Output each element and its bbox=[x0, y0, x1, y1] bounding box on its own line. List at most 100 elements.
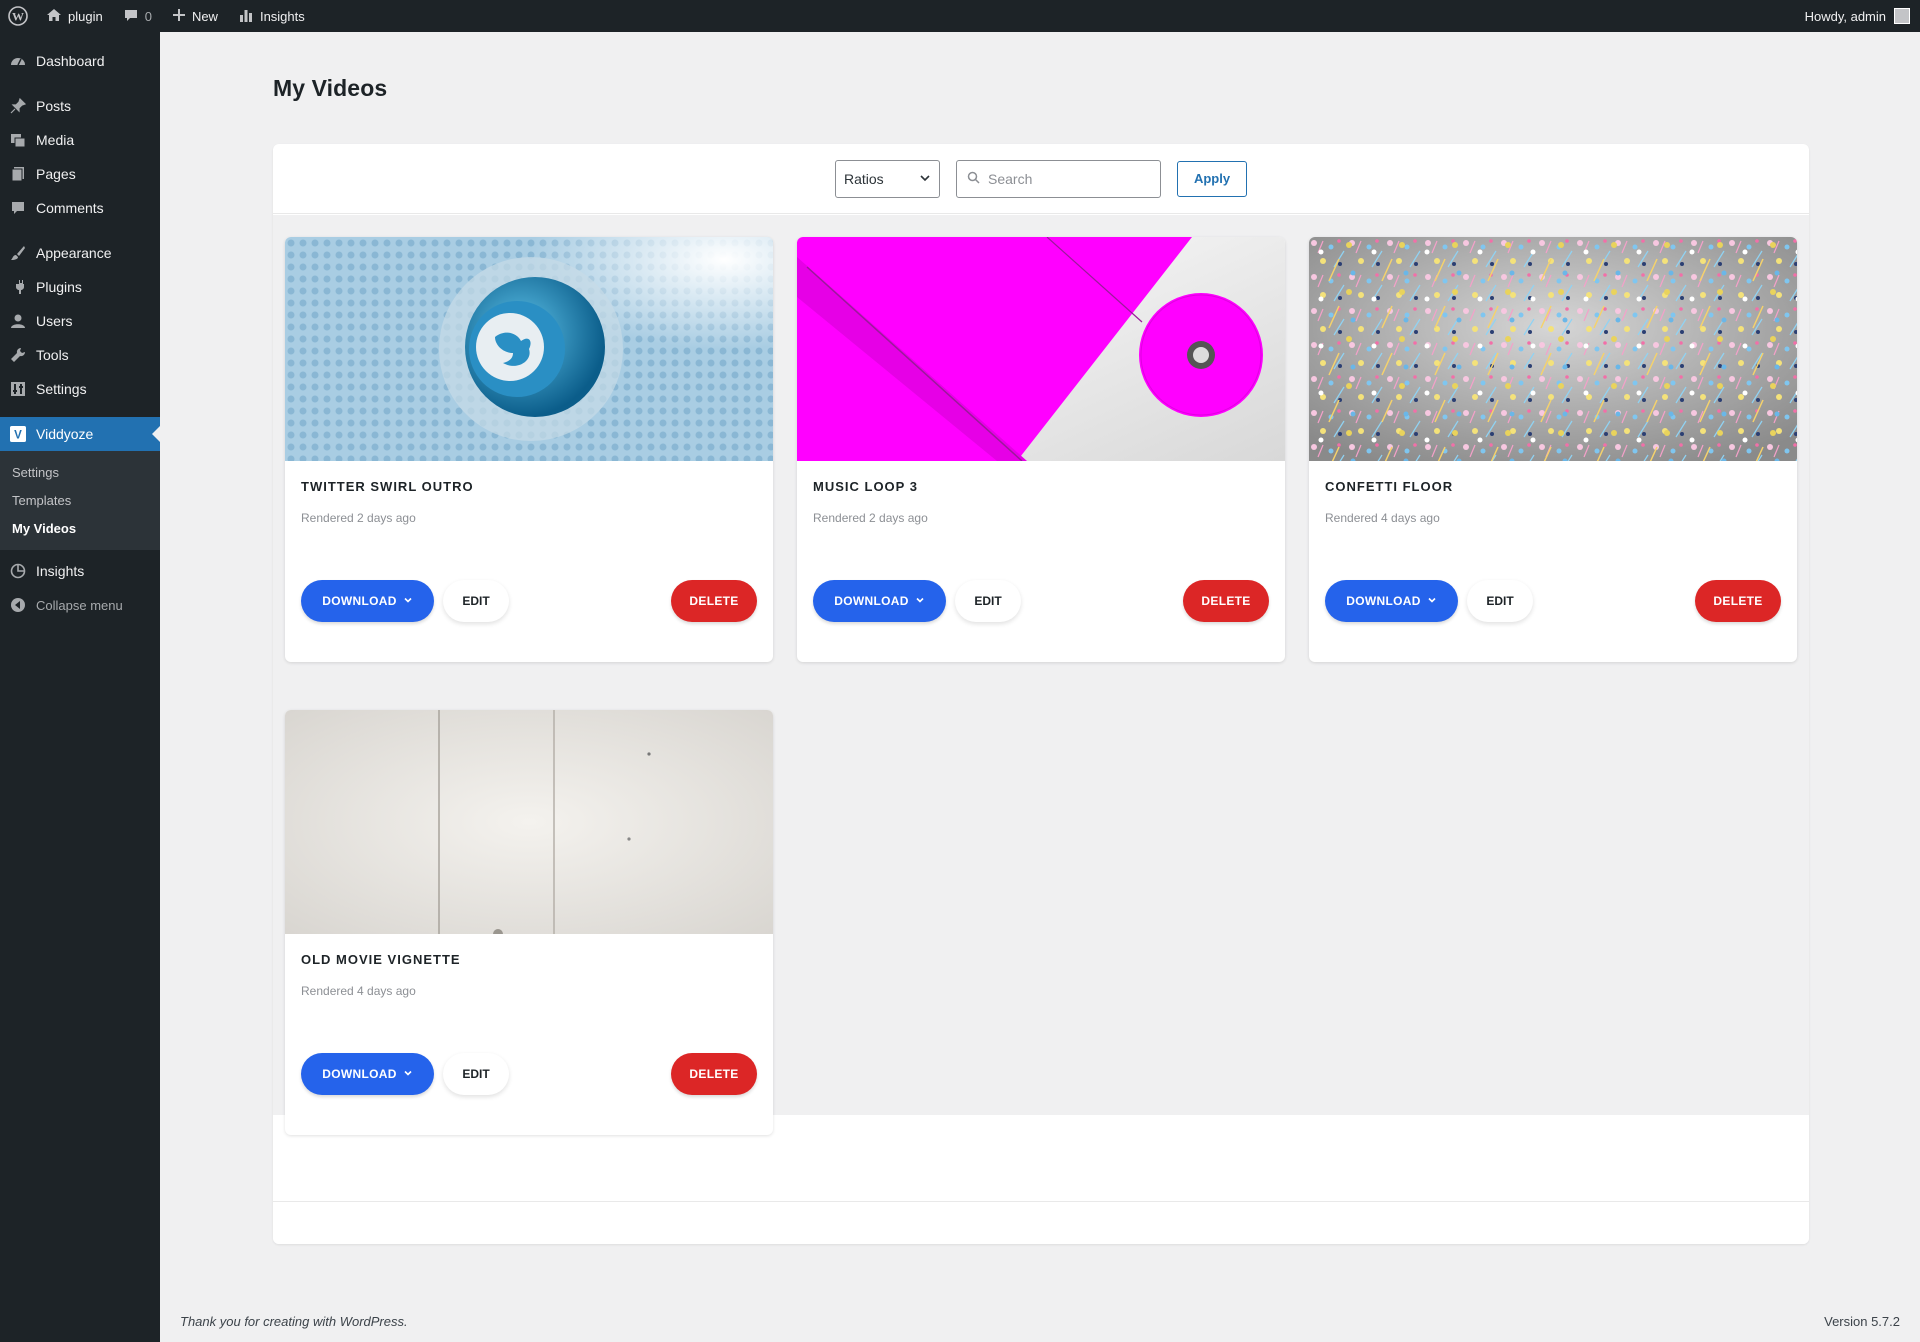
menu-label-dashboard: Dashboard bbox=[36, 53, 105, 69]
filter-toolbar: Ratios Apply bbox=[273, 144, 1809, 214]
chevron-down-icon bbox=[403, 1067, 413, 1081]
download-button[interactable]: DOWNLOAD bbox=[1325, 580, 1458, 622]
avatar bbox=[1894, 8, 1910, 24]
wrench-icon bbox=[10, 347, 26, 363]
submenu-item-settings[interactable]: Settings bbox=[0, 458, 160, 486]
menu-item-viddyoze[interactable]: V Viddyoze bbox=[0, 417, 160, 451]
menu-item-tools[interactable]: Tools bbox=[0, 338, 160, 372]
greeting-label: Howdy, admin bbox=[1804, 8, 1886, 24]
videos-panel: Ratios Apply bbox=[273, 144, 1809, 1244]
comments-count: 0 bbox=[144, 8, 152, 24]
menu-label-users: Users bbox=[36, 313, 73, 329]
account-menu[interactable]: Howdy, admin bbox=[1795, 0, 1920, 32]
submenu-item-templates[interactable]: Templates bbox=[0, 486, 160, 514]
search-input[interactable] bbox=[988, 170, 1148, 187]
menu-label-posts: Posts bbox=[36, 98, 72, 114]
plugin-icon bbox=[10, 279, 26, 295]
edit-button[interactable]: EDIT bbox=[443, 1053, 509, 1095]
menu-label-plugins: Plugins bbox=[36, 279, 82, 295]
delete-button[interactable]: DELETE bbox=[1183, 580, 1269, 622]
brush-icon bbox=[10, 245, 26, 261]
menu-item-insights[interactable]: Insights bbox=[0, 554, 160, 588]
plus-icon bbox=[172, 8, 186, 25]
insights-label: Insights bbox=[259, 8, 305, 24]
menu-item-plugins[interactable]: Plugins bbox=[0, 270, 160, 304]
video-thumbnail[interactable] bbox=[797, 237, 1285, 461]
apply-button[interactable]: Apply bbox=[1177, 160, 1247, 197]
menu-label-media: Media bbox=[36, 132, 75, 148]
menu-label-viddyoze: Viddyoze bbox=[36, 426, 94, 442]
card-actions: DOWNLOAD EDIT DELETE bbox=[301, 580, 757, 622]
video-title: CONFETTI FLOOR bbox=[1325, 479, 1454, 494]
comment-icon bbox=[10, 200, 26, 216]
menu-item-comments[interactable]: Comments bbox=[0, 191, 160, 225]
new-content-link[interactable]: New bbox=[162, 0, 228, 32]
delete-button[interactable]: DELETE bbox=[671, 1053, 757, 1095]
svg-text:V: V bbox=[14, 429, 22, 441]
menu-item-appearance[interactable]: Appearance bbox=[0, 236, 160, 270]
menu-item-posts[interactable]: Posts bbox=[0, 89, 160, 123]
video-rendered-time: Rendered 2 days ago bbox=[301, 511, 416, 525]
video-card: OLD MOVIE VIGNETTE Rendered 4 days ago D… bbox=[285, 710, 773, 1135]
admin-bar: W plugin 0 New Insights Howdy, admin bbox=[0, 0, 1920, 32]
video-title: TWITTER SWIRL OUTRO bbox=[301, 479, 474, 494]
menu-label-comments: Comments bbox=[36, 200, 104, 216]
menu-item-media[interactable]: Media bbox=[0, 123, 160, 157]
viddyoze-submenu: Settings Templates My Videos bbox=[0, 451, 160, 550]
pin-icon bbox=[10, 98, 26, 114]
menu-item-dashboard[interactable]: Dashboard bbox=[0, 44, 160, 78]
delete-button[interactable]: DELETE bbox=[671, 580, 757, 622]
new-label: New bbox=[191, 8, 218, 24]
bar-chart-icon bbox=[238, 7, 254, 26]
collapse-arrow-icon bbox=[10, 597, 26, 613]
wordpress-logo-icon[interactable]: W bbox=[0, 0, 36, 32]
menu-item-settings[interactable]: Settings bbox=[0, 372, 160, 406]
home-icon bbox=[46, 7, 62, 26]
menu-item-users[interactable]: Users bbox=[0, 304, 160, 338]
submenu-item-my-videos[interactable]: My Videos bbox=[0, 514, 160, 542]
video-title: MUSIC LOOP 3 bbox=[813, 479, 918, 494]
chevron-down-icon bbox=[919, 171, 931, 187]
search-field[interactable] bbox=[956, 159, 1161, 198]
video-thumbnail[interactable] bbox=[1309, 237, 1797, 461]
video-title: OLD MOVIE VIGNETTE bbox=[301, 952, 461, 967]
download-label: DOWNLOAD bbox=[322, 1067, 397, 1081]
footer-thanks: Thank you for creating with WordPress. bbox=[180, 1314, 408, 1329]
viddyoze-icon: V bbox=[10, 426, 26, 442]
chevron-down-icon bbox=[403, 594, 413, 608]
chevron-down-icon bbox=[915, 594, 925, 608]
download-button[interactable]: DOWNLOAD bbox=[301, 1053, 434, 1095]
pages-icon bbox=[10, 166, 26, 182]
footer-version: Version 5.7.2 bbox=[1824, 1314, 1900, 1329]
dashboard-icon bbox=[10, 53, 26, 69]
site-name-label: plugin bbox=[68, 8, 103, 24]
comments-link[interactable]: 0 bbox=[113, 0, 162, 32]
settings-icon bbox=[10, 381, 26, 397]
edit-button[interactable]: EDIT bbox=[443, 580, 509, 622]
download-button[interactable]: DOWNLOAD bbox=[301, 580, 434, 622]
edit-button[interactable]: EDIT bbox=[1467, 580, 1533, 622]
video-thumbnail[interactable] bbox=[285, 710, 773, 934]
menu-label-settings: Settings bbox=[36, 381, 87, 397]
video-rendered-time: Rendered 2 days ago bbox=[813, 511, 928, 525]
card-actions: DOWNLOAD EDIT DELETE bbox=[813, 580, 1269, 622]
menu-label-appearance: Appearance bbox=[36, 245, 112, 261]
video-card: TWITTER SWIRL OUTRO Rendered 2 days ago … bbox=[285, 237, 773, 662]
video-thumbnail[interactable] bbox=[285, 237, 773, 461]
video-rendered-time: Rendered 4 days ago bbox=[1325, 511, 1440, 525]
ratio-select[interactable]: Ratios bbox=[835, 159, 940, 198]
comment-icon bbox=[123, 7, 139, 26]
menu-label-tools: Tools bbox=[36, 347, 69, 363]
site-name-link[interactable]: plugin bbox=[36, 0, 113, 32]
edit-button[interactable]: EDIT bbox=[955, 580, 1021, 622]
menu-item-pages[interactable]: Pages bbox=[0, 157, 160, 191]
card-actions: DOWNLOAD EDIT DELETE bbox=[1325, 580, 1781, 622]
download-button[interactable]: DOWNLOAD bbox=[813, 580, 946, 622]
video-grid: TWITTER SWIRL OUTRO Rendered 2 days ago … bbox=[273, 215, 1809, 1135]
svg-text:W: W bbox=[12, 10, 24, 24]
insights-icon bbox=[10, 563, 26, 579]
collapse-menu-button[interactable]: Collapse menu bbox=[0, 588, 160, 622]
insights-link[interactable]: Insights bbox=[228, 0, 315, 32]
delete-button[interactable]: DELETE bbox=[1695, 580, 1781, 622]
download-label: DOWNLOAD bbox=[1346, 594, 1421, 608]
